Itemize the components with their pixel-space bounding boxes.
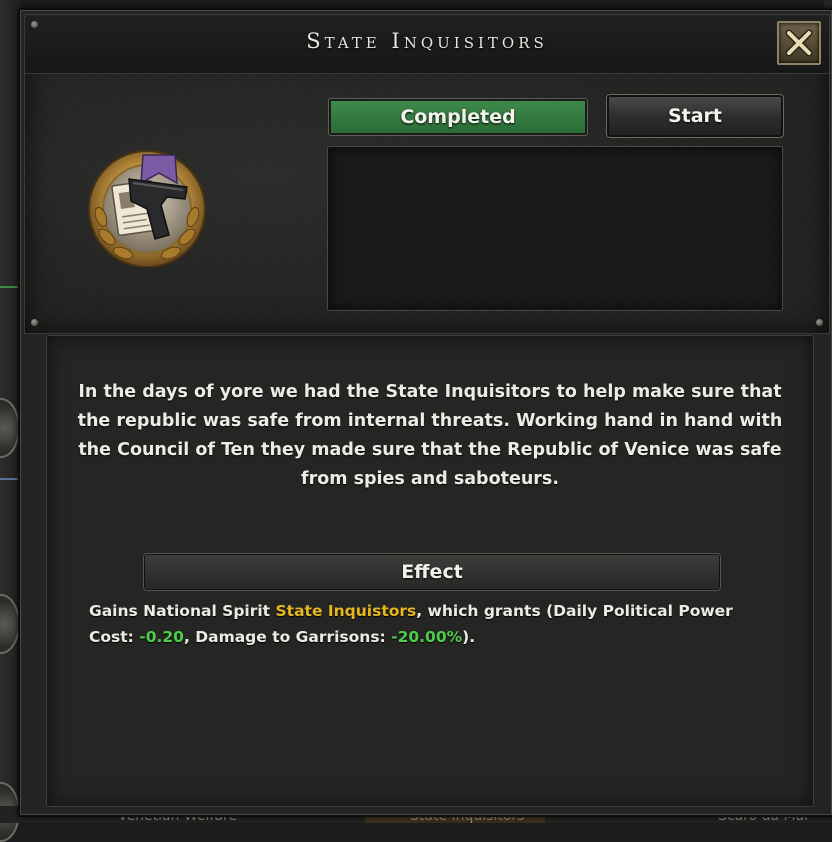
rivet-decoration [31,319,38,326]
rivet-decoration [816,319,823,326]
garrison-damage-value: -20.00% [391,628,463,646]
effect-header: Effect [143,553,721,591]
focus-description: In the days of yore we had the State Inq… [77,382,783,489]
background-connector-line [0,478,18,480]
background-connector-line [0,286,18,288]
close-x-icon [785,29,813,57]
effect-text-segment: Gains National Spirit [89,602,276,620]
rivet-decoration [31,21,38,28]
effect-description: Gains National Spirit State Inquistors , … [89,598,779,650]
effect-text-segment: , Damage to Garrisons: [183,628,392,646]
window-title: State Inquisitors [306,29,548,53]
focus-header-panel: State Inquisitors Completed Start [24,14,830,334]
focus-description-panel: In the days of yore we had the State Inq… [46,335,814,807]
effect-text-segment: ). [462,628,476,646]
start-focus-button[interactable]: Start [606,94,784,138]
focus-detail-window: State Inquisitors Completed Start In the… [18,8,832,817]
political-power-cost-value: -0.20 [139,628,184,646]
focus-preview-area [327,146,783,311]
pistol-dossier-emblem-icon [88,150,206,267]
national-spirit-link[interactable]: State Inquistors [276,602,417,620]
focus-status-badge: Completed [328,98,588,136]
close-button[interactable] [777,21,821,65]
title-bar: State Inquisitors [25,15,829,74]
